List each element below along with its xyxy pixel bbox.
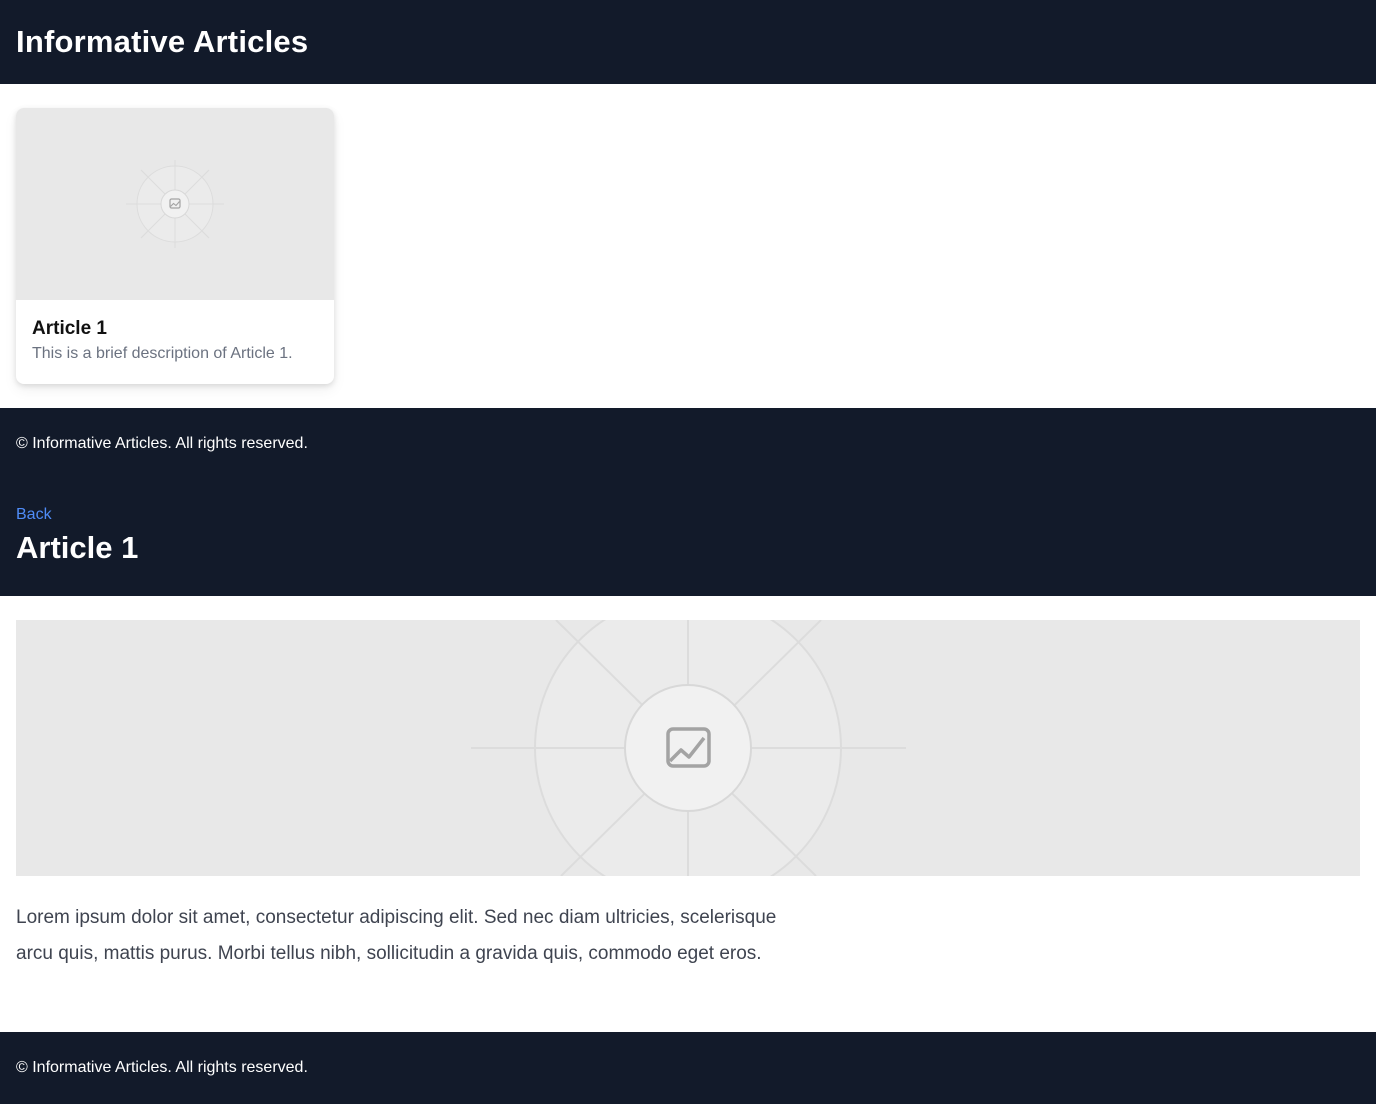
- footer-text: © Informative Articles. All rights reser…: [16, 1059, 308, 1076]
- article-list: Article 1 This is a brief description of…: [0, 84, 1376, 408]
- site-title: Informative Articles: [16, 24, 309, 59]
- article-header: Back Article 1: [0, 480, 1376, 596]
- article-card-image: [16, 108, 334, 300]
- article-card[interactable]: Article 1 This is a brief description of…: [16, 108, 334, 384]
- article-title: Article 1: [16, 530, 139, 565]
- article-detail: Lorem ipsum dolor sit amet, consectetur …: [0, 596, 1376, 1032]
- image-placeholder-icon: [471, 620, 906, 876]
- site-footer: © Informative Articles. All rights reser…: [0, 408, 1376, 480]
- article-body: Lorem ipsum dolor sit amet, consectetur …: [16, 907, 777, 964]
- article-card-description: This is a brief description of Article 1…: [32, 345, 293, 362]
- image-placeholder-icon: [126, 160, 224, 248]
- footer-text: © Informative Articles. All rights reser…: [16, 435, 308, 452]
- back-link[interactable]: Back: [16, 506, 52, 524]
- site-footer-bottom: © Informative Articles. All rights reser…: [0, 1032, 1376, 1104]
- article-card-title[interactable]: Article 1: [32, 318, 318, 340]
- site-header: Informative Articles: [0, 0, 1376, 84]
- article-hero-image: [16, 620, 1360, 876]
